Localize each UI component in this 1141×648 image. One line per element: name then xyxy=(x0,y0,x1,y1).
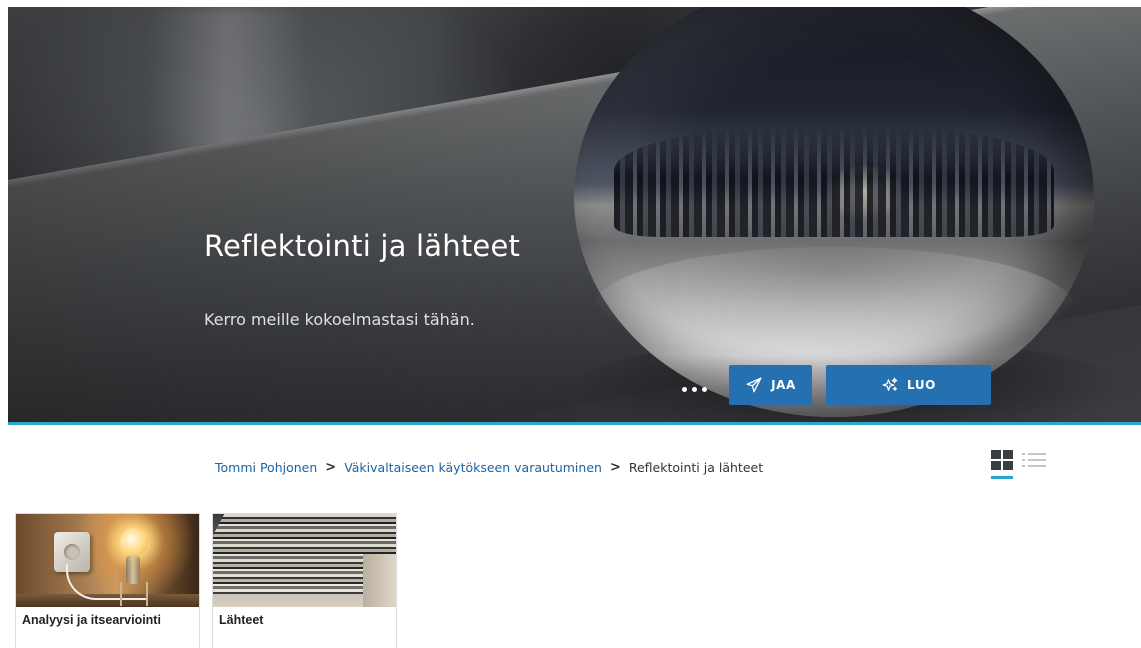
collection-card-analysis[interactable]: Analyysi ja itsearviointi xyxy=(15,513,200,648)
view-toggle xyxy=(986,450,1050,484)
list-view-button[interactable] xyxy=(1022,450,1048,472)
sparkle-icon xyxy=(882,377,898,391)
file-drawer-image xyxy=(213,514,396,607)
page-title: Reflektointi ja lähteet xyxy=(204,229,521,263)
card-title: Lähteet xyxy=(219,613,264,627)
breadcrumb-separator: > xyxy=(325,459,337,475)
page-description[interactable]: Kerro meille kokoelmastasi tähän. xyxy=(204,310,475,329)
create-button[interactable]: LUO xyxy=(826,365,991,405)
card-title: Analyysi ja itsearviointi xyxy=(22,613,161,627)
breadcrumb-item-current: Reflektointi ja lähteet xyxy=(628,459,764,475)
hero-shade-overlay xyxy=(8,7,1141,422)
light-bulb-figure-image xyxy=(16,514,199,607)
breadcrumb-separator: > xyxy=(609,459,621,475)
create-button-label: LUO xyxy=(907,378,936,392)
hero-banner xyxy=(8,7,1141,422)
collection-card-sources[interactable]: Lähteet xyxy=(212,513,397,648)
grid-view-button[interactable] xyxy=(986,450,1016,482)
more-horizontal-icon xyxy=(681,386,687,392)
share-button-label: JAA xyxy=(771,378,796,392)
active-view-indicator xyxy=(991,476,1013,479)
more-horizontal-icon xyxy=(691,386,697,392)
breadcrumb-item-owner[interactable]: Tommi Pohjonen xyxy=(215,460,317,475)
paper-plane-icon xyxy=(746,377,762,393)
grid-view-icon xyxy=(991,450,1013,470)
more-horizontal-icon xyxy=(701,386,707,392)
share-button[interactable]: JAA xyxy=(729,365,812,405)
more-options-button[interactable] xyxy=(674,373,714,405)
breadcrumb: Tommi Pohjonen > Väkivaltaiseen käytökse… xyxy=(215,458,763,476)
hero-divider xyxy=(8,422,1141,425)
breadcrumb-item-collection[interactable]: Väkivaltaiseen käytökseen varautuminen xyxy=(344,460,602,475)
